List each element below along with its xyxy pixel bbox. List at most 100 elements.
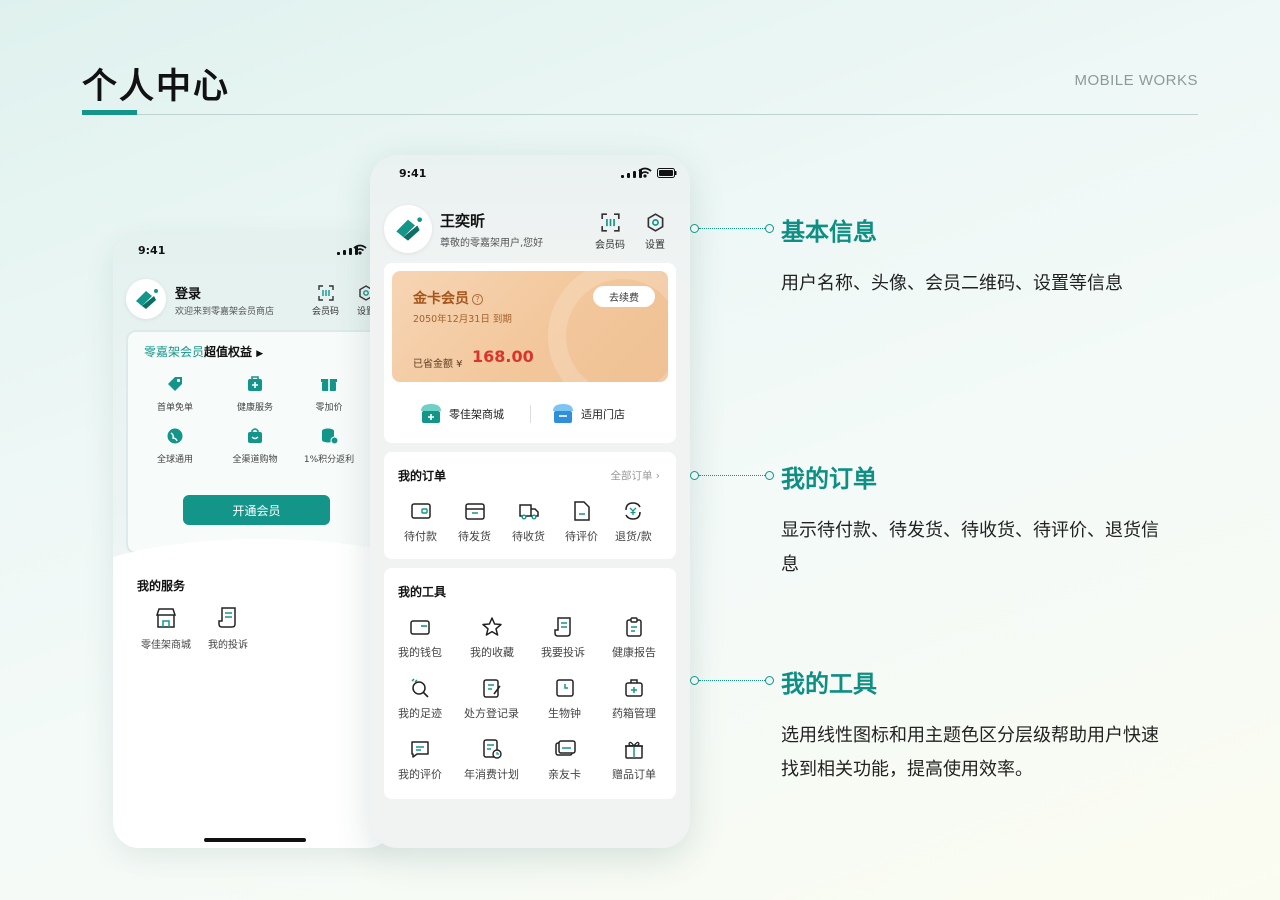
tool-label: 年消费计划	[464, 768, 519, 781]
benefit-item[interactable]: 健康服务	[220, 374, 290, 413]
front-phone: 9:41 王奕昕 尊敬的零嘉架用户,您好 会员码 设置 金卡会员 ? 2050年…	[370, 155, 690, 848]
benefit-item[interactable]: 1%积分返利	[294, 426, 364, 465]
entry-divider	[530, 405, 531, 423]
back-phone: 9:41 登录 欢迎来到零嘉架会员商店 会员码 设置 零嘉架会员超值权益 ▶ 首…	[113, 234, 393, 848]
tool-item[interactable]: 我的收藏	[470, 616, 514, 660]
order-status-item[interactable]: 待收货	[512, 500, 545, 544]
home-indicator	[204, 838, 306, 842]
brand-logo-icon	[136, 289, 158, 309]
annotation-title: 基本信息	[781, 218, 877, 246]
services-title: 我的服务	[137, 579, 186, 593]
tool-label: 亲友卡	[548, 768, 581, 781]
tool-item[interactable]: 我的足迹	[398, 677, 442, 721]
benefit-item[interactable]: 全渠道购物	[220, 426, 290, 465]
expire-date: 2050年12月31日 到期	[413, 314, 512, 325]
tools-title: 我的工具	[398, 585, 447, 599]
shopping-bag-icon	[248, 428, 262, 443]
tool-item[interactable]: 处方登记录	[464, 677, 519, 721]
gold-card-title-text: 金卡会员	[413, 291, 469, 307]
store-entry-label: 适用门店	[581, 408, 625, 421]
annotation-description: 用户名称、头像、会员二维码、设置等信息	[781, 273, 1123, 294]
service-item[interactable]: 我的投诉	[198, 606, 258, 651]
tool-item[interactable]: 年消费计划	[464, 738, 519, 782]
medicine-box-icon	[625, 679, 643, 697]
wallet-pay-icon	[410, 503, 431, 519]
tag-icon	[168, 377, 182, 391]
tool-label: 药箱管理	[612, 707, 656, 720]
all-orders-link[interactable]: 全部订单 ›	[610, 468, 660, 483]
member-benefits-title[interactable]: 零嘉架会员超值权益 ▶	[144, 343, 263, 360]
service-label: 零佳架商城	[141, 640, 191, 651]
gift-box-icon	[321, 379, 337, 391]
tool-item[interactable]: 生物钟	[548, 677, 581, 721]
benefit-item[interactable]: 首单免单	[140, 374, 210, 413]
annotation-dot	[690, 676, 699, 685]
annotation-dot	[765, 676, 774, 685]
greeting-text: 尊敬的零嘉架用户,您好	[440, 238, 544, 249]
tool-item[interactable]: 健康报告	[612, 616, 656, 660]
order-status-item[interactable]: 待评价	[565, 500, 598, 544]
order-status-item[interactable]: 待发货	[458, 500, 491, 544]
truck-icon	[518, 504, 539, 520]
tool-label: 我的收藏	[470, 646, 514, 659]
battery-icon	[657, 168, 677, 178]
benefit-item[interactable]: 零加价	[294, 374, 364, 413]
annotation-dot	[690, 471, 699, 480]
plan-clock-icon	[482, 739, 502, 759]
tool-label: 我要投诉	[541, 646, 585, 659]
gift-icon	[625, 741, 643, 759]
settings-label: 设置	[645, 240, 665, 251]
clock-icon	[555, 679, 574, 697]
gold-member-card[interactable]: 金卡会员? 2050年12月31日 到期 去续费 已省金额 ¥ 168.00	[392, 271, 668, 382]
tool-label: 健康报告	[612, 646, 656, 659]
open-membership-button[interactable]: 开通会员	[183, 495, 330, 525]
store-entry[interactable]: 适用门店	[550, 401, 625, 427]
order-status-item[interactable]: 退货/款	[615, 500, 652, 544]
order-status-item[interactable]: 待付款	[404, 500, 437, 544]
tool-item[interactable]: 我的评价	[398, 738, 442, 782]
annotation-connector	[699, 680, 765, 681]
tool-item[interactable]: 我要投诉	[541, 616, 585, 660]
annotation-dot	[690, 224, 699, 233]
tool-label: 我的评价	[398, 768, 442, 781]
title-divider	[137, 114, 1198, 115]
settings-button[interactable]: 设置	[645, 213, 665, 251]
complaint-icon	[218, 607, 236, 628]
annotation-connector	[699, 228, 765, 229]
member-code-button[interactable]: 会员码	[595, 213, 625, 251]
annotation-title: 我的订单	[781, 465, 877, 493]
annotation-title: 我的工具	[781, 670, 877, 698]
tool-item[interactable]: 药箱管理	[612, 677, 656, 721]
brand-logo-icon	[396, 217, 422, 241]
orders-panel: 我的订单 全部订单 › 待付款 待发货 待收货 待评价 退货/款	[384, 452, 676, 559]
tool-item[interactable]: 我的钱包	[398, 616, 442, 660]
service-item[interactable]: 零佳架商城	[136, 606, 196, 651]
member-code-label: 会员码	[595, 240, 625, 251]
annotation-connector	[699, 475, 765, 476]
health-bag-icon	[248, 376, 262, 391]
renew-button[interactable]: 去续费	[593, 286, 655, 307]
login-label[interactable]: 登录	[175, 283, 201, 302]
mall-entry[interactable]: 零佳架商城	[418, 401, 504, 427]
gold-card-title: 金卡会员?	[413, 288, 483, 308]
header-label: MOBILE WORKS	[1074, 72, 1198, 89]
tool-label: 赠品订单	[612, 768, 656, 781]
order-status-label: 待发货	[458, 530, 491, 543]
benefit-item[interactable]: 全球通用	[140, 426, 210, 465]
footprint-search-icon	[411, 678, 429, 698]
tool-label: 处方登记录	[464, 707, 519, 720]
title-accent-bar	[82, 110, 137, 115]
tool-item[interactable]: 亲友卡	[548, 738, 581, 782]
member-code-button[interactable]: 会员码	[312, 285, 339, 317]
avatar[interactable]	[384, 205, 432, 253]
benefit-label: 1%积分返利	[303, 455, 355, 465]
avatar[interactable]	[126, 279, 166, 319]
tool-label: 我的足迹	[398, 707, 442, 720]
document-icon	[573, 501, 590, 521]
service-label: 我的投诉	[208, 640, 248, 651]
order-status-label: 退货/款	[615, 530, 652, 543]
help-icon[interactable]: ?	[472, 293, 483, 305]
mall-entry-label: 零佳架商城	[449, 408, 504, 421]
tool-item[interactable]: 赠品订单	[612, 738, 656, 782]
welcome-text: 欢迎来到零嘉架会员商店	[175, 307, 275, 317]
